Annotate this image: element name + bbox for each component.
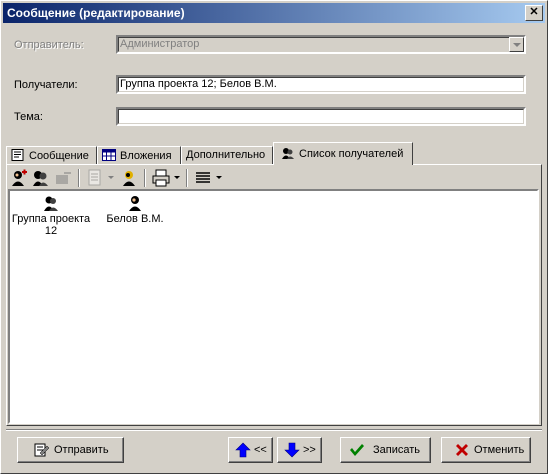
prev-button-label: <<: [254, 444, 267, 456]
title-bar[interactable]: Сообщение (редактирование) ✕: [3, 3, 545, 23]
tab-additional-label: Дополнительно: [186, 149, 266, 161]
send-button[interactable]: Отправить: [17, 437, 124, 463]
recipients-toolbar: [8, 167, 538, 189]
tab-recipients-list[interactable]: Список получателей: [273, 142, 413, 165]
group-icon: [44, 196, 58, 211]
save-button[interactable]: Записать: [340, 437, 431, 463]
recipients-field[interactable]: Группа проекта 12; Белов В.М.: [116, 75, 526, 94]
user-icon: [129, 196, 141, 211]
cancel-icon: [456, 444, 468, 456]
attachments-icon: [102, 149, 116, 161]
arrow-down-icon: [284, 442, 300, 458]
list-item[interactable]: Группа проекта 12: [6, 195, 96, 237]
list-item-label-2: 12: [44, 225, 58, 237]
align-icon[interactable]: [194, 169, 212, 187]
add-group-icon[interactable]: [32, 169, 50, 187]
list-item-label: Группа проекта: [11, 213, 91, 225]
next-button-label: >>: [303, 444, 316, 456]
recipients-label: Получатели:: [14, 79, 78, 91]
message-icon: [11, 149, 24, 161]
sender-combobox[interactable]: Администратор: [116, 35, 526, 54]
subject-input[interactable]: [116, 107, 526, 126]
cancel-button[interactable]: Отменить: [441, 437, 531, 463]
sender-value: Администратор: [120, 38, 200, 50]
find-user-icon[interactable]: [120, 169, 138, 187]
close-button[interactable]: ✕: [525, 5, 543, 21]
send-button-label: Отправить: [54, 444, 109, 456]
list-item[interactable]: Белов В.М.: [90, 195, 180, 225]
divider: [6, 429, 542, 431]
tab-message[interactable]: Сообщение: [6, 146, 97, 164]
recipients-value: Группа проекта 12; Белов В.М.: [120, 78, 277, 90]
list-item-label: Белов В.М.: [106, 213, 164, 225]
tab-additional[interactable]: Дополнительно: [181, 146, 273, 164]
save-button-label: Записать: [373, 444, 421, 456]
tab-attachments-label: Вложения: [120, 150, 172, 162]
chevron-down-icon[interactable]: [509, 37, 524, 52]
recipients-icon: [282, 148, 294, 159]
arrow-up-icon: [235, 442, 251, 458]
recipients-list-view[interactable]: Группа проекта 12 Белов В.М.: [8, 189, 539, 424]
print-icon[interactable]: [152, 169, 170, 187]
cancel-button-label: Отменить: [474, 444, 525, 456]
sender-label: Отправитель:: [14, 39, 84, 51]
tab-recipients-list-label: Список получателей: [299, 148, 404, 160]
subject-label: Тема:: [14, 111, 43, 123]
window-title: Сообщение (редактирование): [7, 6, 185, 20]
send-icon: [34, 443, 50, 457]
tab-message-label: Сообщение: [29, 150, 89, 162]
add-recipient-icon[interactable]: [10, 169, 28, 187]
prev-button[interactable]: <<: [228, 437, 273, 463]
remove-icon[interactable]: [54, 169, 72, 187]
next-button[interactable]: >>: [277, 437, 322, 463]
properties-icon[interactable]: [86, 169, 104, 187]
close-icon: ✕: [529, 6, 539, 18]
tab-attachments[interactable]: Вложения: [97, 146, 181, 164]
checkmark-icon: [350, 444, 364, 456]
